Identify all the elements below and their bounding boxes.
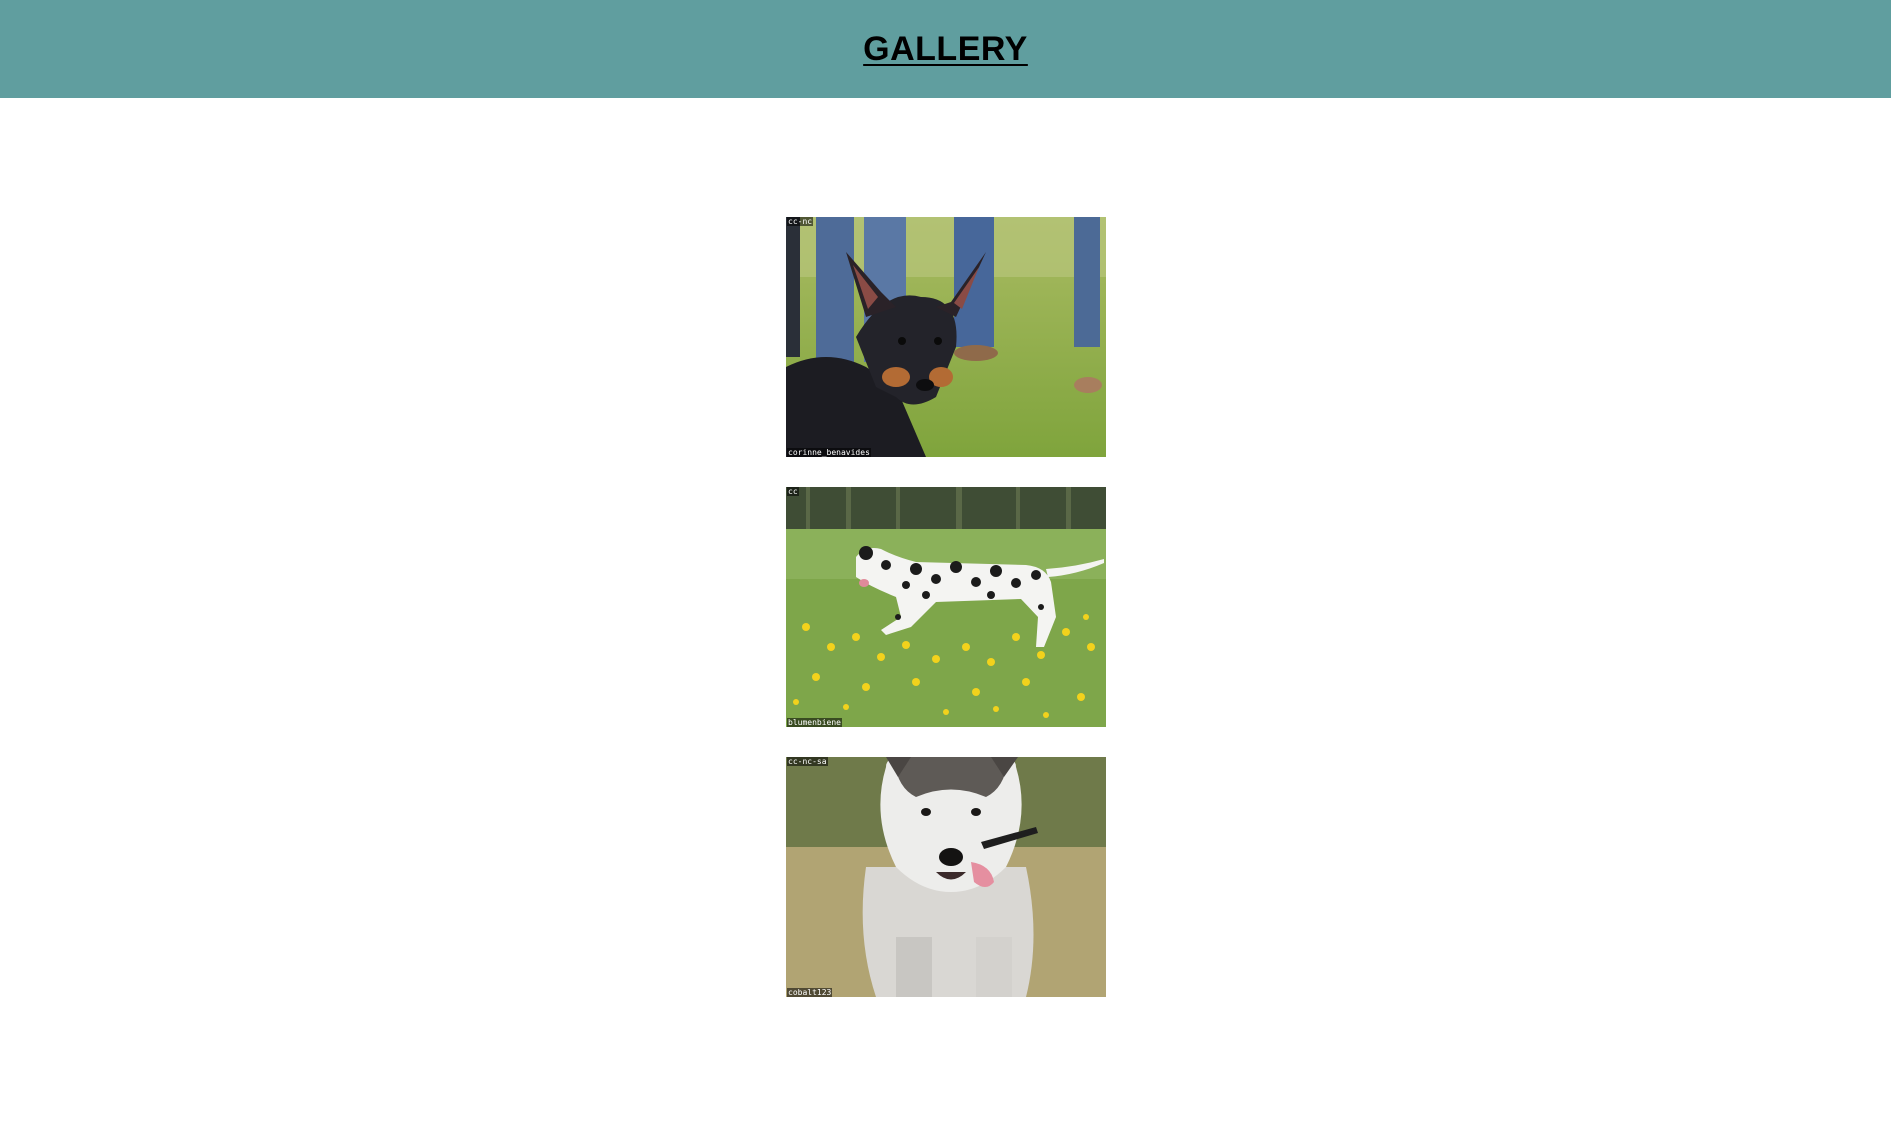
license-label: cc-nc-sa (787, 757, 828, 766)
gallery-image[interactable]: cc blumenbiene (786, 487, 1106, 727)
gallery-image[interactable]: cc-nc corinne_benavides (786, 217, 1106, 457)
dalmatian-photo (786, 487, 1106, 727)
terrier-photo (786, 217, 1106, 457)
page-title: GALLERY (863, 29, 1028, 68)
license-label: cc-nc (787, 217, 814, 226)
license-label: cc (787, 487, 799, 496)
husky-photo (786, 757, 1106, 997)
gallery-header: GALLERY (0, 0, 1891, 98)
credit-label: blumenbiene (787, 718, 842, 727)
gallery-image[interactable]: cc-nc-sa cobalt123 (786, 757, 1106, 997)
credit-label: cobalt123 (787, 988, 833, 997)
credit-label: corinne_benavides (787, 448, 871, 457)
